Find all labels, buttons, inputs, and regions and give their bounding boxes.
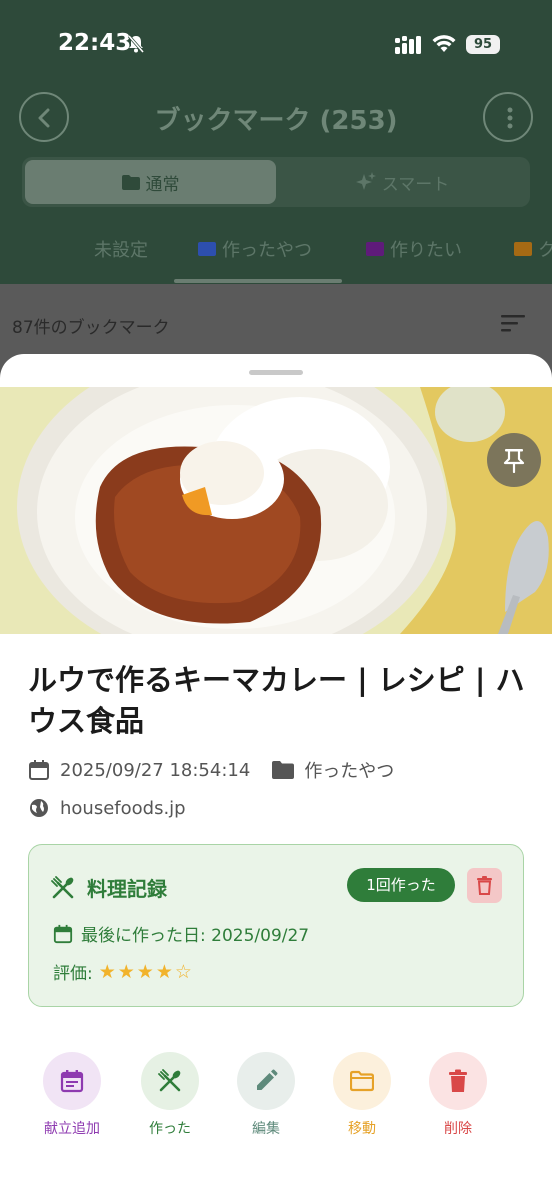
cook-count-badge[interactable]: 1回作った	[347, 868, 455, 902]
segment-smart-label: スマート	[381, 174, 450, 195]
signal-icon	[395, 36, 421, 54]
action-bar: 献立追加 作った 編集 移動 削除	[0, 1052, 552, 1152]
tab-active-indicator	[174, 279, 342, 283]
bookmark-detail-sheet: ルウで作るキーマカレー | レシピ | ハウス食品 2025/09/27 18:…	[0, 354, 552, 1200]
tab-unset[interactable]: 未設定	[94, 236, 148, 262]
calendar-icon	[29, 760, 49, 780]
curry-photo	[0, 387, 552, 634]
tab-label: 作ったやつ	[222, 240, 312, 261]
rating-stars[interactable]: ★★★★☆	[99, 961, 194, 983]
action-circle	[237, 1052, 295, 1110]
pin-icon	[503, 449, 525, 473]
folder-color-icon	[198, 242, 216, 256]
cooked-button[interactable]: 作った	[122, 1052, 218, 1138]
sheet-drag-handle[interactable]	[249, 370, 303, 375]
segment-normal[interactable]: 通常	[25, 160, 276, 204]
cooking-record-card: 料理記録 1回作った 最後に作った日: 2025/09/27 評価: ★★★★☆	[28, 844, 524, 1007]
trash-icon	[477, 876, 492, 895]
sort-icon[interactable]	[500, 312, 526, 334]
tab-want[interactable]: 作りたい	[366, 236, 462, 262]
wifi-icon	[432, 35, 456, 52]
page-title: ブックマーク (253)	[154, 106, 398, 136]
action-circle	[43, 1052, 101, 1110]
tab-label: 作りたい	[390, 240, 462, 261]
cooking-record-header: 料理記録	[51, 873, 167, 902]
last-cooked-row: 最後に作った日: 2025/09/27	[53, 921, 309, 946]
action-label: 献立追加	[44, 1121, 100, 1137]
battery-indicator: 95	[466, 35, 500, 54]
utensils-icon	[158, 1069, 181, 1092]
action-label: 作った	[149, 1121, 191, 1137]
last-cooked-date: 最後に作った日: 2025/09/27	[81, 926, 310, 946]
view-mode-segmented-control: 通常 スマート	[22, 157, 530, 207]
folder-tabs: 未設定 作ったやつ 作りたい ク	[0, 226, 552, 284]
bookmark-date: 2025/09/27 18:54:14	[60, 759, 251, 781]
edit-icon	[257, 1069, 278, 1090]
folder-icon	[350, 1070, 374, 1092]
globe-icon	[30, 799, 48, 817]
tab-label: 未設定	[94, 240, 148, 261]
meta-date-folder: 2025/09/27 18:54:14 作ったやつ	[28, 757, 394, 783]
back-button[interactable]	[19, 92, 69, 142]
folder-color-icon	[514, 242, 532, 256]
status-bar: 22:43 95	[0, 0, 552, 90]
bookmark-count: 87件のブックマーク	[12, 318, 170, 338]
folder-color-icon	[366, 242, 384, 256]
recipe-image	[0, 387, 552, 634]
action-label: 削除	[444, 1121, 472, 1137]
status-time: 22:43	[58, 30, 132, 56]
utensils-icon	[51, 875, 74, 898]
move-button[interactable]: 移動	[314, 1052, 410, 1138]
delete-button[interactable]: 削除	[410, 1052, 506, 1138]
meta-domain: housefoods.jp	[28, 797, 186, 819]
trash-icon	[449, 1069, 467, 1092]
action-label: 編集	[252, 1121, 280, 1137]
bookmark-domain[interactable]: housefoods.jp	[60, 798, 186, 819]
more-vertical-icon	[507, 107, 513, 129]
edit-button[interactable]: 編集	[218, 1052, 314, 1138]
cooking-record-title: 料理記録	[87, 877, 167, 901]
tab-other[interactable]: ク	[514, 236, 552, 262]
folder-icon	[272, 761, 295, 779]
segment-normal-label: 通常	[145, 174, 180, 195]
folder-icon	[121, 174, 140, 190]
delete-cooking-record-button[interactable]	[467, 868, 502, 903]
add-to-menu-button[interactable]: 献立追加	[24, 1052, 120, 1138]
sparkles-icon	[355, 172, 376, 190]
segment-smart[interactable]: スマート	[278, 160, 527, 204]
recipe-title: ルウで作るキーマカレー | レシピ | ハウス食品	[28, 663, 525, 738]
rating-row: 評価: ★★★★☆	[53, 959, 194, 985]
calendar-icon	[60, 1070, 84, 1093]
action-label: 移動	[348, 1121, 376, 1137]
calendar-icon	[53, 924, 73, 943]
rating-label: 評価:	[53, 964, 93, 984]
action-circle	[333, 1052, 391, 1110]
action-circle	[429, 1052, 487, 1110]
bell-muted-icon	[127, 35, 145, 53]
chevron-left-icon	[38, 108, 50, 128]
more-options-button[interactable]	[483, 92, 533, 142]
bookmark-folder: 作ったやつ	[304, 761, 395, 782]
action-circle	[141, 1052, 199, 1110]
pin-button[interactable]	[487, 433, 541, 487]
tab-made[interactable]: 作ったやつ	[198, 236, 312, 262]
tab-label: ク	[538, 240, 552, 261]
